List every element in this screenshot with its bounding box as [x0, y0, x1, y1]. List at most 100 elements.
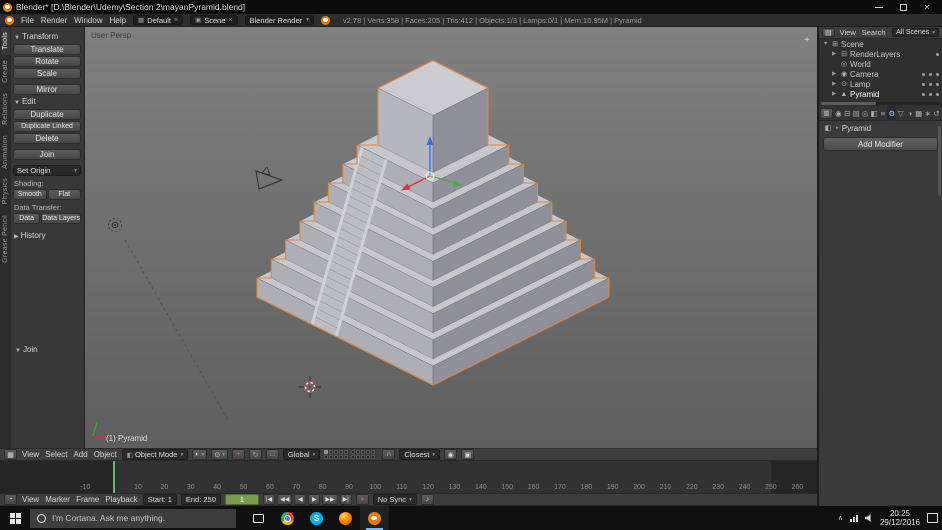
- mode-selector[interactable]: ◧ Object Mode ▾: [121, 449, 189, 460]
- menu-view[interactable]: View: [839, 28, 857, 37]
- layer-toggle-17[interactable]: [356, 455, 361, 459]
- minimize-button[interactable]: [867, 0, 891, 14]
- layer-toggle-18[interactable]: [361, 455, 366, 459]
- selectability-toggle-icon[interactable]: [929, 92, 932, 96]
- outliner-row-lamp[interactable]: ▶ ⊙ Lamp: [819, 79, 942, 89]
- tool-tab-tools[interactable]: Tools: [1, 27, 10, 55]
- layout-unlink-icon[interactable]: ×: [174, 17, 178, 24]
- visibility-toggle-icon[interactable]: [922, 82, 925, 86]
- properties-tab-2[interactable]: ▤: [852, 106, 861, 121]
- expand-icon[interactable]: ▶: [832, 71, 838, 77]
- panel-transform[interactable]: ▼ Transform: [14, 32, 81, 41]
- set-origin-menu[interactable]: Set Origin ▾: [13, 165, 81, 176]
- tool-tab-physics[interactable]: Physics: [1, 173, 10, 209]
- pyramid-object[interactable]: [256, 59, 610, 386]
- add-modifier-button[interactable]: Add Modifier: [823, 137, 938, 151]
- layer-toggle-9[interactable]: [339, 455, 344, 459]
- menu-view[interactable]: View: [21, 450, 40, 459]
- layer-toggle-7[interactable]: [329, 455, 334, 459]
- snap-toggle[interactable]: ∩: [382, 449, 396, 460]
- audio-scrub-toggle[interactable]: ♪: [420, 494, 434, 505]
- snap-target-selector[interactable]: Closest ▾: [399, 449, 441, 460]
- close-button[interactable]: ×: [915, 0, 939, 14]
- duplicate-linked-button[interactable]: Duplicate Linked: [13, 121, 81, 132]
- editor-type-button[interactable]: ◔: [4, 494, 17, 505]
- layer-toggle-10[interactable]: [344, 455, 349, 459]
- layer-toggle-6[interactable]: [324, 455, 329, 459]
- playback-button-2[interactable]: ◀: [294, 494, 307, 505]
- editor-type-button[interactable]: ▥: [820, 107, 833, 119]
- screen-layout-selector[interactable]: ▦ Default ×: [133, 15, 184, 25]
- manipulator-rotate-toggle[interactable]: ↻: [248, 449, 262, 460]
- layer-toggle-13[interactable]: [361, 450, 366, 454]
- outliner-row-camera[interactable]: ▶ ◉ Camera: [819, 69, 942, 79]
- data-button[interactable]: Data: [13, 213, 41, 224]
- layer-toggle-14[interactable]: [366, 450, 371, 454]
- layer-toggle-4[interactable]: [339, 450, 344, 454]
- lamp-object[interactable]: [108, 218, 122, 232]
- layer-toggle-19[interactable]: [366, 455, 371, 459]
- scene-selector[interactable]: ▣ Scene ×: [190, 15, 238, 25]
- redo-panel-join[interactable]: ▼ Join: [15, 345, 38, 354]
- layer-toggle-8[interactable]: [334, 455, 339, 459]
- render-toggle-icon[interactable]: [936, 82, 939, 86]
- transform-orientation-selector[interactable]: Global ▾: [282, 449, 321, 460]
- properties-region-toggle[interactable]: +: [804, 35, 810, 46]
- display-mode-selector[interactable]: All Scenes ▾: [892, 28, 939, 37]
- delete-button[interactable]: Delete: [13, 133, 81, 144]
- menu-object[interactable]: Object: [93, 450, 118, 459]
- playback-button-5[interactable]: ▶|: [339, 494, 352, 505]
- duplicate-button[interactable]: Duplicate: [13, 109, 81, 120]
- tool-tab-grease-pencil[interactable]: Grease Pencil: [1, 210, 10, 268]
- timeline-editor[interactable]: -10 10 20 30 40 50 60 70 80 90 100 110 120 130 140 150 1…: [0, 461, 817, 493]
- layer-toggle-5[interactable]: [344, 450, 349, 454]
- tool-tab-relations[interactable]: Relations: [1, 88, 10, 130]
- volume-icon[interactable]: [864, 514, 871, 522]
- render-toggle-icon[interactable]: [936, 52, 939, 56]
- layer-toggle-11[interactable]: [351, 450, 356, 454]
- av-sync-selector[interactable]: No Sync ▾: [372, 494, 417, 505]
- layer-toggle-12[interactable]: [356, 450, 361, 454]
- menu-file[interactable]: File: [21, 16, 34, 25]
- taskbar-chrome[interactable]: [273, 506, 302, 530]
- maximize-button[interactable]: [891, 0, 915, 14]
- tray-expand-icon[interactable]: ∧: [838, 514, 843, 522]
- render-engine-selector[interactable]: Blender Render ▾: [244, 15, 314, 25]
- properties-tab-5[interactable]: ≡: [879, 106, 888, 121]
- scrollbar-thumb[interactable]: [821, 102, 876, 105]
- layer-toggle-3[interactable]: [334, 450, 339, 454]
- join-button[interactable]: Join: [13, 149, 81, 160]
- properties-tab-7[interactable]: ▽: [896, 106, 905, 121]
- viewport-shading-selector[interactable]: ◐ ▾: [192, 449, 208, 460]
- layer-toggle-2[interactable]: [329, 450, 334, 454]
- menu-window[interactable]: Window: [74, 16, 102, 25]
- outliner-row-renderlayers[interactable]: ▶ ⊟ RenderLayers: [819, 49, 942, 59]
- scale-button[interactable]: Scale: [13, 68, 81, 79]
- manipulator-scale-toggle[interactable]: □: [265, 449, 279, 460]
- expand-icon[interactable]: ▶: [832, 91, 838, 97]
- layer-toggle-20[interactable]: [371, 455, 376, 459]
- scrollbar-vertical[interactable]: [938, 126, 941, 196]
- shade-flat-button[interactable]: Flat: [47, 189, 81, 200]
- camera-object[interactable]: [255, 166, 284, 190]
- playback-button-0[interactable]: |◀: [262, 494, 276, 505]
- properties-tab-0[interactable]: ◉: [834, 106, 843, 121]
- current-frame-field[interactable]: 1: [224, 494, 259, 505]
- properties-tab-3[interactable]: ◎: [861, 106, 870, 121]
- taskbar-blender[interactable]: [360, 506, 389, 530]
- opengl-render-anim-button[interactable]: ▣: [461, 449, 475, 460]
- start-button[interactable]: [0, 506, 30, 530]
- selectability-toggle-icon[interactable]: [929, 82, 932, 86]
- menu-marker[interactable]: Marker: [44, 495, 71, 504]
- menu-add[interactable]: Add: [72, 450, 88, 459]
- properties-tab-8[interactable]: ◑: [905, 106, 914, 121]
- layer-toggle-1[interactable]: [324, 450, 329, 454]
- menu-search[interactable]: Search: [861, 28, 887, 37]
- properties-tab-1[interactable]: ⊟: [843, 106, 852, 121]
- shade-smooth-button[interactable]: Smooth: [13, 189, 47, 200]
- clock[interactable]: 20:25 29/12/2016: [880, 509, 920, 527]
- properties-tab-10[interactable]: ∗: [923, 106, 932, 121]
- menu-frame[interactable]: Frame: [75, 495, 100, 504]
- layer-toggle-15[interactable]: [371, 450, 376, 454]
- selectability-toggle-icon[interactable]: [929, 72, 932, 76]
